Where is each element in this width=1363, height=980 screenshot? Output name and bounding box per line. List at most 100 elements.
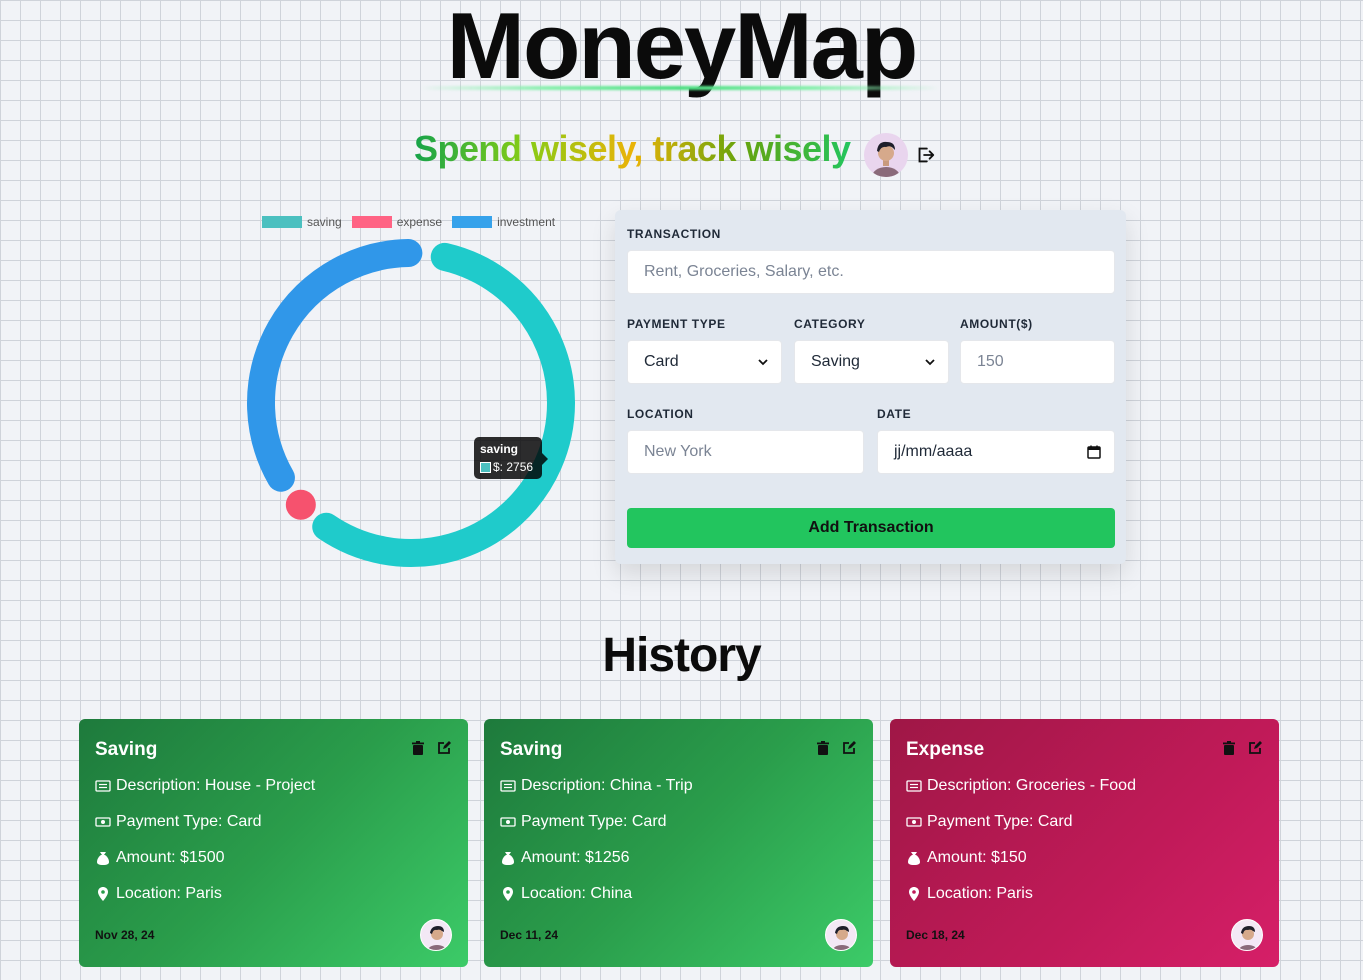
location-pin-icon: [909, 887, 919, 901]
money-bag-icon: [908, 852, 920, 865]
card-amount-row: Amount: $150: [906, 849, 1027, 867]
delete-icon[interactable]: [410, 740, 426, 756]
logout-icon[interactable]: [914, 144, 936, 166]
money-bag-icon: [97, 852, 109, 865]
chevron-down-icon: [925, 359, 935, 366]
calendar-icon[interactable]: [1086, 444, 1102, 460]
location-label: LOCATION: [627, 407, 694, 421]
arc-investment[interactable]: [247, 239, 423, 492]
location-pin-icon: [98, 887, 108, 901]
tooltip-title: saving: [480, 442, 519, 456]
card-location-row: Location: China: [500, 885, 632, 903]
avatar-icon: [1238, 926, 1258, 950]
card-payment: Payment Type: Card: [927, 813, 1073, 830]
card-amount: Amount: $150: [927, 849, 1027, 866]
add-transaction-button[interactable]: Add Transaction: [627, 508, 1115, 548]
card-date: Dec 18, 24: [906, 928, 965, 942]
card-payment-row: Payment Type: Card: [906, 813, 1073, 831]
transaction-card: Saving Description: China - Trip Payment…: [484, 719, 873, 967]
cash-icon: [906, 817, 922, 827]
amount-label: AMOUNT($): [960, 317, 1033, 331]
payment-type-label: PAYMENT TYPE: [627, 317, 726, 331]
card-type: Expense: [906, 739, 985, 760]
card-description: Description: Groceries - Food: [927, 777, 1136, 794]
card-amount-row: Amount: $1256: [500, 849, 630, 867]
edit-icon[interactable]: [436, 740, 452, 756]
card-date: Nov 28, 24: [95, 928, 155, 942]
edit-icon[interactable]: [841, 740, 857, 756]
card-date: Dec 11, 24: [500, 928, 559, 942]
cash-icon: [500, 817, 516, 827]
avatar-icon: [872, 141, 900, 177]
app-title: MoneyMap: [446, 0, 919, 98]
amount-input[interactable]: 150: [960, 340, 1115, 384]
card-amount-row: Amount: $1500: [95, 849, 225, 867]
description-icon: [906, 780, 922, 792]
card-description: Description: China - Trip: [521, 777, 693, 794]
cash-icon: [95, 817, 111, 827]
legend-swatch-investment: [452, 216, 493, 228]
chart-tooltip: saving $: 2756: [474, 437, 548, 479]
date-label: DATE: [877, 407, 912, 421]
tooltip-swatch: [480, 461, 491, 473]
chevron-down-icon: [758, 359, 768, 366]
card-payment-row: Payment Type: Card: [95, 813, 262, 831]
avatar-icon: [832, 926, 852, 950]
user-avatar[interactable]: [864, 133, 908, 177]
transaction-form: TRANSACTION Rent, Groceries, Salary, etc…: [615, 210, 1126, 564]
card-location: Location: Paris: [116, 885, 222, 902]
description-icon: [500, 780, 516, 792]
card-description: Description: House - Project: [116, 777, 316, 794]
card-type: Saving: [500, 739, 563, 760]
tooltip-value: $: 2756: [493, 460, 534, 474]
transaction-input[interactable]: Rent, Groceries, Salary, etc.: [627, 250, 1115, 294]
card-payment: Payment Type: Card: [521, 813, 667, 830]
card-location-row: Location: Paris: [906, 885, 1033, 903]
history-heading: History: [602, 629, 761, 682]
chart-canvas: [247, 239, 575, 567]
legend-item-investment[interactable]: investment: [452, 215, 555, 229]
chart-legend: saving expense investment: [262, 215, 555, 229]
description-icon: [95, 780, 111, 792]
delete-icon[interactable]: [815, 740, 831, 756]
card-description-row: Description: Groceries - Food: [906, 777, 1136, 795]
legend-swatch-saving: [262, 216, 302, 228]
card-amount: Amount: $1256: [521, 849, 630, 866]
card-payment-row: Payment Type: Card: [500, 813, 667, 831]
payment-type-select[interactable]: Card: [627, 340, 782, 384]
card-description-row: Description: House - Project: [95, 777, 315, 795]
location-input[interactable]: New York: [627, 430, 864, 474]
card-avatar: [420, 919, 452, 951]
legend-item-expense[interactable]: expense: [351, 215, 443, 229]
money-bag-icon: [502, 852, 514, 865]
card-avatar: [1231, 919, 1263, 951]
legend-item-saving[interactable]: saving: [262, 215, 342, 229]
legend-label: investment: [497, 215, 556, 229]
edit-icon[interactable]: [1247, 740, 1263, 756]
title-underline-glow: [420, 86, 940, 90]
legend-swatch-expense: [351, 216, 392, 228]
category-select[interactable]: Saving: [794, 340, 949, 384]
arc-saving[interactable]: [312, 242, 575, 567]
card-description-row: Description: China - Trip: [500, 777, 693, 795]
legend-label: expense: [396, 215, 443, 229]
date-input[interactable]: jj/mm/aaaa: [877, 430, 1115, 474]
transaction-label: TRANSACTION: [627, 227, 721, 241]
delete-icon[interactable]: [1221, 740, 1237, 756]
tagline: Spend wisely, track wisely: [414, 128, 851, 169]
transaction-card: Saving Description: House - Project Paym…: [79, 719, 468, 967]
arc-expense[interactable]: [285, 489, 316, 520]
legend-label: saving: [307, 215, 342, 229]
card-location: Location: Paris: [927, 885, 1033, 902]
card-avatar: [825, 919, 857, 951]
category-value: Saving: [811, 353, 860, 370]
card-location: Location: China: [521, 885, 633, 902]
card-location-row: Location: Paris: [95, 885, 222, 903]
doughnut-chart: saving expense investment saving $: 2756: [230, 205, 590, 585]
card-payment: Payment Type: Card: [116, 813, 262, 830]
card-type: Saving: [95, 739, 158, 760]
avatar-icon: [427, 926, 447, 950]
transaction-card: Expense Description: Groceries - Food Pa…: [890, 719, 1279, 967]
date-value: jj/mm/aaaa: [894, 443, 973, 460]
category-label: CATEGORY: [794, 317, 866, 331]
